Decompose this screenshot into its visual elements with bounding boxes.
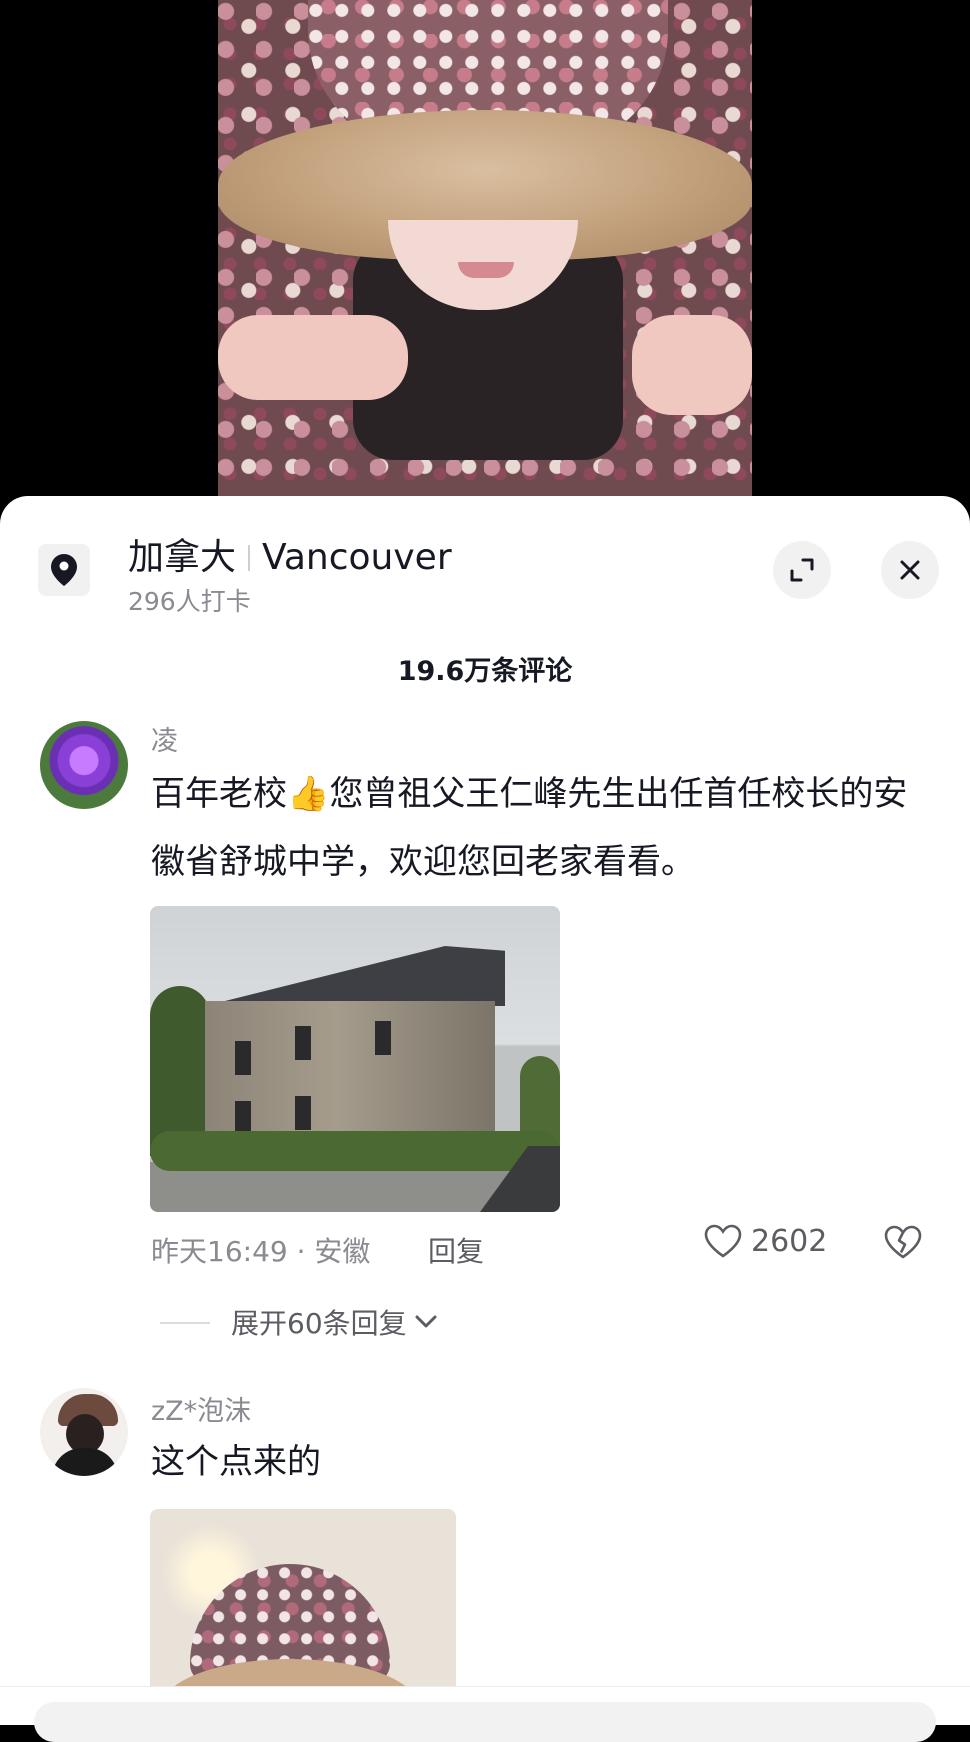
comments-count: 19.6万条评论 xyxy=(397,656,573,687)
like-button[interactable]: 2602 xyxy=(703,1223,827,1259)
comment-text: 这个点来的 xyxy=(151,1442,321,1482)
image-window xyxy=(235,1101,251,1135)
comment-meta: 昨天16:49 · 安徽 xyxy=(151,1235,371,1268)
map-pin-icon xyxy=(51,554,77,586)
broken-heart-icon xyxy=(884,1225,922,1259)
image-bushes xyxy=(150,1131,560,1171)
location-checkins: 296人打卡 xyxy=(128,587,251,616)
like-count: 2602 xyxy=(751,1223,828,1259)
video-lips xyxy=(458,262,514,278)
close-icon xyxy=(900,560,920,580)
video-hand-right xyxy=(632,315,752,415)
expand-divider xyxy=(160,1322,210,1324)
location-separator xyxy=(248,545,251,571)
expand-replies-label: 展开60条回复 xyxy=(231,1307,407,1340)
chevron-down-icon xyxy=(415,1315,437,1328)
comment-username[interactable]: zZ*泡沫 xyxy=(151,1389,251,1428)
image-building xyxy=(205,1001,495,1151)
avatar[interactable] xyxy=(40,1388,128,1476)
expand-replies-button[interactable]: 展开60条回复 xyxy=(231,1302,437,1342)
video-player[interactable] xyxy=(218,0,752,500)
comment-username[interactable]: 凌 xyxy=(151,719,178,758)
expand-button[interactable] xyxy=(773,541,831,599)
image-roof xyxy=(205,946,505,1006)
comment-text: 百年老校👍您曾祖父王仁峰先生出任首任校长的安徽省舒城中学，欢迎您回老家看看。 xyxy=(151,760,931,896)
thumbs-up-emoji: 👍 xyxy=(287,774,330,814)
comment-input[interactable] xyxy=(34,1702,936,1742)
image-window xyxy=(235,1041,251,1075)
image-window xyxy=(295,1026,311,1060)
video-hand-left xyxy=(218,315,408,400)
expand-icon xyxy=(790,558,814,582)
image-window xyxy=(375,1021,391,1055)
comment-image[interactable] xyxy=(150,906,560,1212)
avatar-body xyxy=(52,1448,118,1476)
location-city: Vancouver xyxy=(262,537,452,578)
reply-button[interactable]: 回复 xyxy=(428,1230,484,1270)
close-button[interactable] xyxy=(881,541,939,599)
location-country: 加拿大 xyxy=(128,537,237,578)
heart-icon xyxy=(704,1224,742,1258)
location-title[interactable]: 加拿大 Vancouver xyxy=(128,528,452,580)
dislike-button[interactable] xyxy=(883,1224,923,1264)
location-pin-box[interactable] xyxy=(38,544,90,596)
comments-sheet: 加拿大 Vancouver 296人打卡 19.6万条评论 凌 百年老校👍您曾祖父… xyxy=(0,496,970,1724)
image-window xyxy=(295,1096,311,1130)
comment-text-part: 百年老校 xyxy=(151,774,287,814)
avatar[interactable] xyxy=(40,721,128,809)
